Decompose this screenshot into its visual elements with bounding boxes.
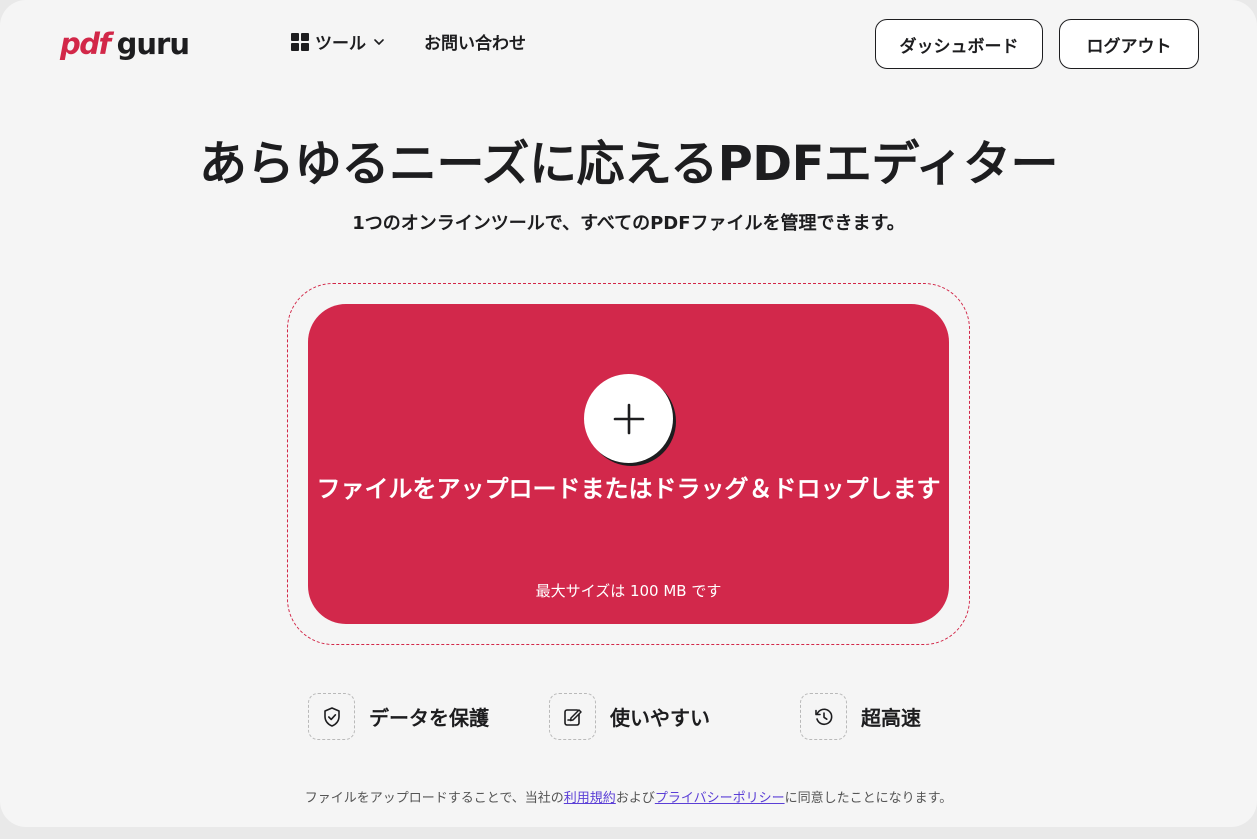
feature-label: データを保護 — [369, 706, 489, 730]
feature-icon-box — [308, 693, 355, 740]
feature-protect: データを保護 — [308, 693, 489, 740]
logout-button[interactable]: ログアウト — [1059, 19, 1199, 69]
privacy-link[interactable]: プライバシーポリシー — [655, 791, 785, 806]
upload-dropzone[interactable]: ファイルをアップロードまたはドラッグ＆ドロップします 最大サイズは 100 MB… — [308, 304, 949, 624]
logo-pdf-text: pdf — [60, 27, 111, 61]
consent-middle: および — [615, 791, 655, 806]
feature-fast: 超高速 — [800, 693, 921, 740]
max-size-note: 最大サイズは 100 MB です — [535, 582, 722, 600]
chevron-down-icon — [374, 38, 384, 45]
feature-icon-box — [800, 693, 847, 740]
grid-icon — [291, 32, 309, 51]
consent-text: ファイルをアップロードすることで、当社の利用規約およびプライバシーポリシーに同意… — [0, 787, 1257, 806]
edit-note-icon — [563, 708, 582, 726]
add-file-button[interactable] — [584, 374, 673, 463]
plus-icon — [613, 403, 644, 434]
consent-suffix: に同意したことになります。 — [784, 791, 953, 806]
terms-link[interactable]: 利用規約 — [564, 791, 616, 806]
logo-guru-text: guru — [116, 27, 190, 61]
shield-check-icon — [323, 706, 340, 727]
page: pdf guru ツール お問い合わせ ダッシュボード ログアウト あらゆるニー… — [0, 0, 1257, 827]
contact-link[interactable]: お問い合わせ — [424, 29, 526, 54]
feature-icon-box — [549, 693, 596, 740]
upload-instruction: ファイルをアップロードまたはドラッグ＆ドロップします — [316, 475, 941, 503]
logo[interactable]: pdf guru — [60, 26, 190, 62]
consent-prefix: ファイルをアップロードすることで、当社の — [304, 791, 564, 806]
tools-menu-label: ツール — [315, 34, 366, 54]
dashboard-button[interactable]: ダッシュボード — [875, 19, 1043, 69]
page-subtitle: 1つのオンラインツールで、すべてのPDFファイルを管理できます。 — [352, 213, 905, 234]
tools-menu[interactable]: ツール — [291, 29, 386, 54]
history-clock-icon — [814, 707, 832, 725]
main-nav: ツール お問い合わせ — [291, 29, 526, 54]
feature-easy: 使いやすい — [549, 693, 710, 740]
feature-label: 超高速 — [861, 706, 921, 730]
page-title: あらゆるニーズに応えるPDFエディター — [198, 136, 1059, 192]
feature-label: 使いやすい — [610, 706, 710, 730]
